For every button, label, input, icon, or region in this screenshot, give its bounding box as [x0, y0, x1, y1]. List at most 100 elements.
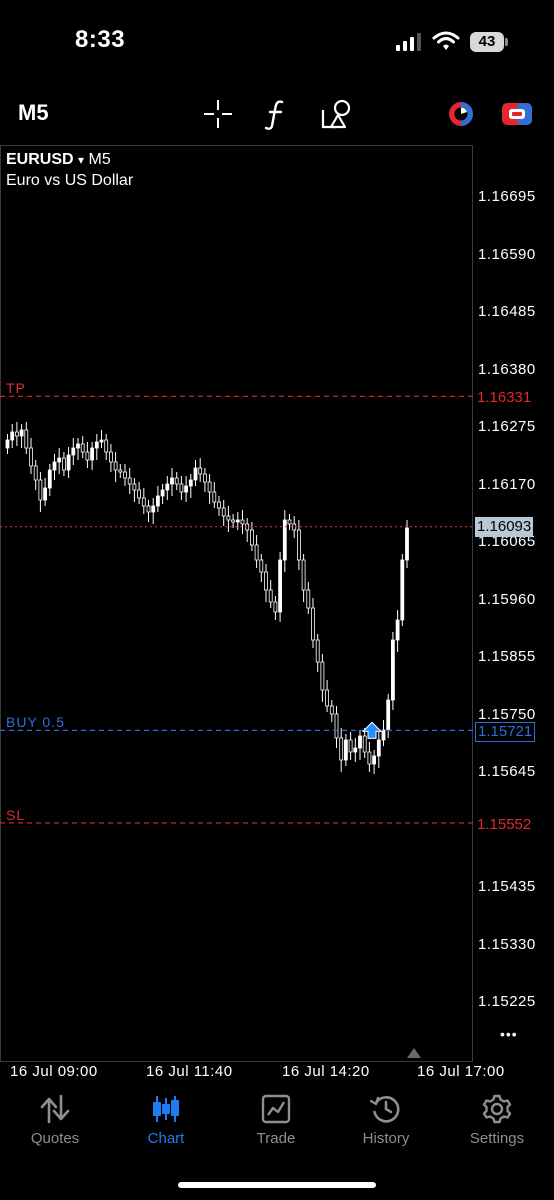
- candle-body: [273, 601, 278, 613]
- candle-body: [306, 589, 311, 609]
- candle-body: [381, 729, 386, 741]
- candle-body: [264, 571, 268, 591]
- candle-body: [160, 489, 165, 497]
- candle-body: [193, 467, 198, 481]
- objects-icon[interactable]: [320, 98, 354, 130]
- candle-body: [311, 607, 315, 641]
- price-axis-label: 1.15960: [478, 590, 536, 608]
- candle-body: [118, 469, 123, 473]
- candle-body: [390, 639, 395, 701]
- symbol-period: M5: [88, 151, 111, 168]
- trade-switch-icon[interactable]: [501, 100, 535, 128]
- tab-label: History: [362, 1130, 410, 1147]
- candle-body: [80, 443, 85, 453]
- candle-body: [296, 529, 301, 561]
- symbol-name: EURUSD: [6, 151, 74, 168]
- wifi-icon: [432, 31, 460, 50]
- candle-body: [329, 705, 334, 715]
- price-axis-label: 1.15645: [478, 763, 536, 780]
- cellular-signal-icon: [396, 33, 421, 51]
- more-options-icon[interactable]: •••: [500, 1026, 518, 1042]
- candle-body: [217, 501, 221, 509]
- candle-body: [226, 515, 231, 521]
- indicators-icon[interactable]: [263, 99, 289, 131]
- candle-body: [52, 461, 57, 471]
- candle-body: [151, 505, 156, 513]
- quotes-icon: [40, 1094, 70, 1124]
- symbol-selector[interactable]: EURUSD ▾ M5: [6, 151, 111, 169]
- candles-group: [5, 422, 409, 774]
- price-chart[interactable]: [0, 144, 554, 1064]
- candle-body: [259, 559, 264, 573]
- candle-body: [386, 699, 391, 731]
- candle-body: [179, 483, 184, 493]
- tab-chart[interactable]: Chart: [116, 1094, 216, 1147]
- tp-line-label: TP: [6, 380, 26, 396]
- candle-body: [137, 489, 142, 499]
- current-price-tag: 1.16093: [475, 517, 534, 537]
- battery-icon: 43: [470, 32, 504, 52]
- tab-history[interactable]: History: [336, 1094, 436, 1147]
- sl-price-tag: 1.15552: [475, 815, 534, 835]
- candle-body: [212, 491, 217, 503]
- candle-body: [76, 443, 80, 449]
- candle-body: [287, 519, 292, 525]
- tp-price-tag: 1.16331: [477, 389, 532, 406]
- chart-candles-icon: [153, 1096, 179, 1122]
- candle-body: [184, 485, 189, 493]
- tab-quotes[interactable]: Quotes: [5, 1094, 105, 1147]
- crosshair-icon[interactable]: [203, 99, 233, 129]
- symbol-description: Euro vs US Dollar: [6, 172, 134, 189]
- status-time: 8:33: [75, 26, 126, 53]
- dropdown-icon: ▾: [78, 153, 85, 167]
- price-axis-label: 1.16170: [478, 475, 536, 493]
- candle-body: [29, 447, 33, 467]
- candle-body: [14, 431, 19, 437]
- candle-body: [367, 751, 372, 765]
- candle-body: [141, 497, 146, 507]
- time-axis-label: 16 Jul 14:20: [282, 1063, 370, 1080]
- candle-body: [104, 439, 109, 453]
- candle-body: [315, 639, 320, 663]
- candle-body: [358, 735, 362, 749]
- settings-gear-icon: [482, 1094, 512, 1124]
- candle-body: [343, 739, 348, 761]
- candle-body: [38, 479, 43, 501]
- candle-body: [127, 477, 132, 485]
- candle-body: [5, 439, 10, 449]
- candle-body: [24, 429, 29, 449]
- candle-body: [33, 465, 38, 481]
- candle-body: [10, 431, 15, 441]
- history-icon: [370, 1096, 400, 1123]
- price-axis-label: 1.15435: [478, 878, 536, 895]
- candle-body: [57, 457, 62, 463]
- candle-body: [254, 544, 259, 561]
- candle-body: [170, 477, 174, 485]
- time-axis-label: 16 Jul 11:40: [146, 1063, 233, 1080]
- tab-label: Settings: [469, 1130, 525, 1147]
- one-click-trading-icon[interactable]: [445, 100, 477, 128]
- candle-body: [198, 467, 203, 475]
- candle-body: [113, 461, 118, 471]
- candle-body: [62, 457, 66, 471]
- time-axis-label: 16 Jul 17:00: [417, 1063, 505, 1080]
- battery-tip: [505, 38, 508, 46]
- tab-trade[interactable]: Trade: [226, 1094, 326, 1147]
- candle-body: [66, 454, 71, 471]
- candle-body: [155, 495, 160, 507]
- candle-body: [325, 689, 330, 707]
- chart-shift-icon[interactable]: [407, 1048, 421, 1058]
- candle-body: [71, 447, 76, 456]
- candle-body: [282, 519, 287, 561]
- candle-body: [123, 471, 127, 479]
- candle-body: [339, 737, 344, 761]
- tab-label: Trade: [256, 1130, 296, 1147]
- tab-label: Chart: [147, 1130, 185, 1147]
- price-axis-label: 1.15750: [478, 705, 536, 723]
- home-indicator[interactable]: [178, 1182, 376, 1188]
- tab-settings[interactable]: Settings: [447, 1094, 547, 1147]
- candle-body: [235, 519, 240, 523]
- timeframe-button[interactable]: M5: [18, 100, 49, 126]
- candle-body: [174, 477, 179, 485]
- candle-body: [395, 619, 400, 641]
